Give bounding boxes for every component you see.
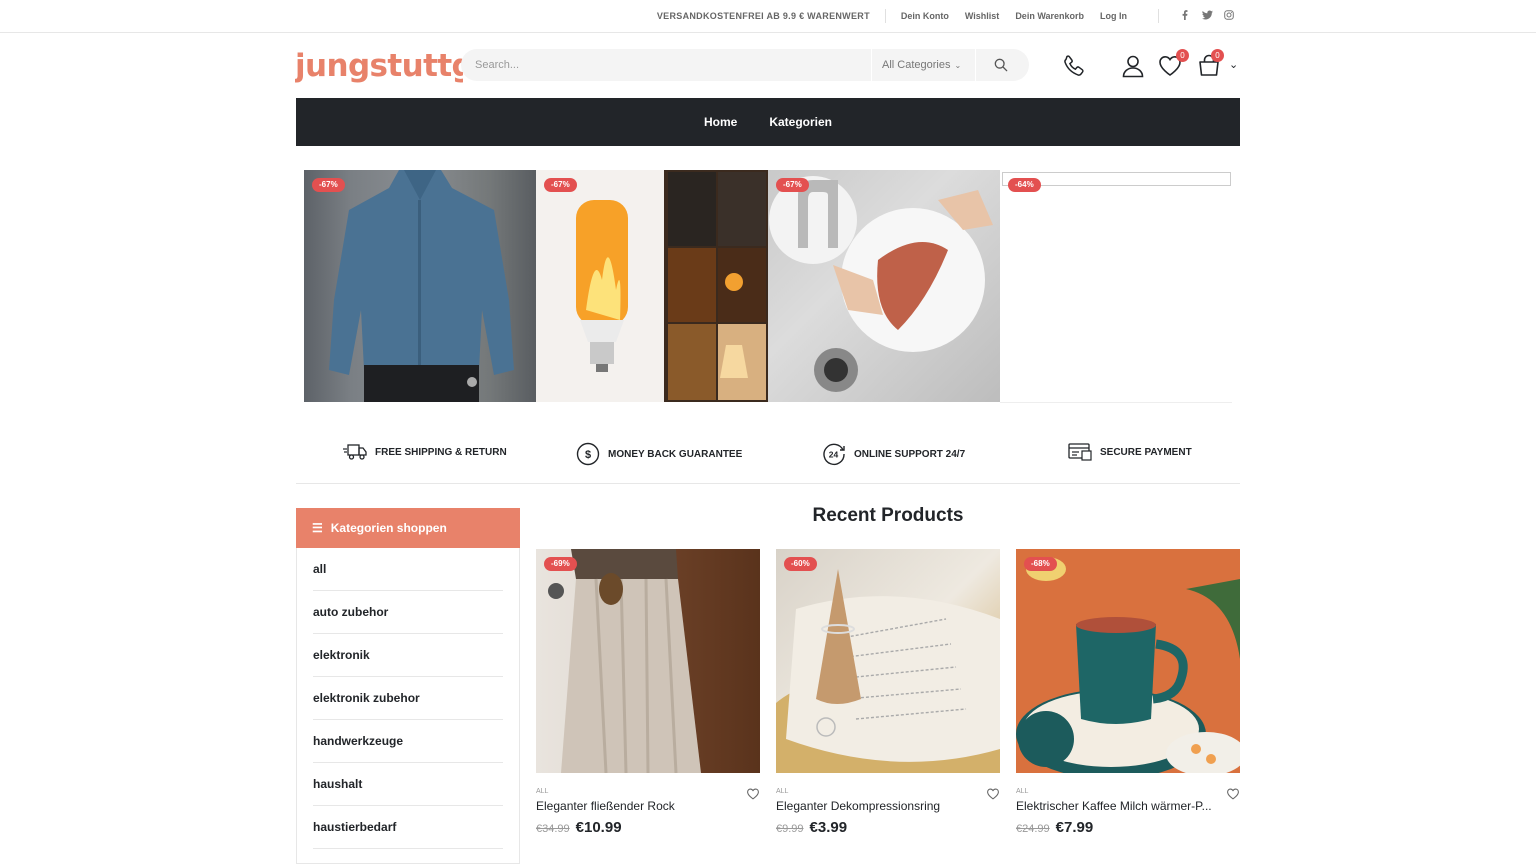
product-card[interactable]: -69% ALL Eleganter fließender Rock €34.9… xyxy=(536,549,760,836)
wishlist-link[interactable]: Wishlist xyxy=(965,11,999,21)
discount-badge: -69% xyxy=(544,557,577,571)
banner-tile-drain[interactable]: -67% xyxy=(768,170,1000,402)
product-name[interactable]: Eleganter fließender Rock xyxy=(536,799,736,813)
menu-icon: ☰ xyxy=(312,521,323,535)
discount-badge: -64% xyxy=(1008,178,1041,192)
sidebar-item-haustierbedarf[interactable]: haustierbedarf xyxy=(313,806,503,849)
discount-badge: -60% xyxy=(784,557,817,571)
support-24-icon: 24 xyxy=(823,443,845,466)
feature-money-back: $ MONEY BACK GUARANTEE xyxy=(576,442,742,466)
price: €7.99 xyxy=(1055,819,1094,836)
user-icon[interactable] xyxy=(1120,53,1148,81)
sidebar-item-haushalt[interactable]: haushalt xyxy=(313,763,503,806)
twitter-icon[interactable] xyxy=(1196,10,1218,23)
promo-banner: -67% -67% -67% -64% xyxy=(304,170,1232,402)
sidebar-item-auto-zubehor[interactable]: auto zubehor xyxy=(313,591,503,634)
search-input[interactable] xyxy=(461,49,871,81)
wishlist-button[interactable]: 0 xyxy=(1157,49,1189,81)
chevron-down-icon: ⌄ xyxy=(1229,59,1239,71)
old-price: €9.99 xyxy=(776,823,804,835)
search-button[interactable] xyxy=(975,49,1025,81)
banner-tile-missing[interactable]: -64% xyxy=(1000,170,1232,402)
divider xyxy=(884,9,886,23)
svg-text:24: 24 xyxy=(829,450,839,460)
category-select[interactable]: All Categories ⌄ xyxy=(871,49,975,81)
top-bar: VERSANDKOSTENFREI AB 9.9 € WARENWERT Dei… xyxy=(0,0,1536,33)
discount-badge: -67% xyxy=(544,178,577,192)
category-select-label: All Categories xyxy=(882,59,951,71)
feature-online-support: 24 ONLINE SUPPORT 24/7 xyxy=(822,442,965,466)
feature-label: FREE SHIPPING & RETURN xyxy=(375,446,507,458)
site-logo[interactable]: jungstuttgart xyxy=(295,46,463,86)
sidebar-item-handwerkzeuge[interactable]: handwerkzeuge xyxy=(313,720,503,763)
heart-icon[interactable] xyxy=(986,787,1000,801)
nav-item-kategorien[interactable]: Kategorien xyxy=(769,115,832,129)
section-title: Recent Products xyxy=(812,505,964,526)
features-bar: FREE SHIPPING & RETURN $ MONEY BACK GUAR… xyxy=(296,432,1240,484)
svg-text:$: $ xyxy=(585,449,591,461)
product-image[interactable]: -68% xyxy=(1016,549,1240,773)
banner-tile-shirt[interactable]: -67% xyxy=(304,170,536,402)
product-card[interactable]: -60% ALL Eleganter Dekompressionsring €9… xyxy=(776,549,1000,836)
cart-button[interactable]: 0 ⌄ xyxy=(1196,49,1242,81)
old-price: €24.99 xyxy=(1016,823,1050,835)
flame-bulb-image xyxy=(536,170,768,402)
phone-icon[interactable] xyxy=(1061,53,1089,81)
cart-link[interactable]: Dein Warenkorb xyxy=(1015,11,1084,21)
nav-item-home[interactable]: Home xyxy=(704,115,737,129)
product-name[interactable]: Eleganter Dekompressionsring xyxy=(776,799,976,813)
product-category[interactable]: ALL xyxy=(1016,788,1240,795)
sidebar-item-all[interactable]: all xyxy=(313,548,503,591)
sidebar-item-elektronik[interactable]: elektronik xyxy=(313,634,503,677)
shirt-image xyxy=(304,170,536,402)
price: €10.99 xyxy=(575,819,622,836)
instagram-icon[interactable] xyxy=(1218,9,1240,23)
feature-label: SECURE PAYMENT xyxy=(1100,446,1192,458)
account-link[interactable]: Dein Konto xyxy=(901,11,949,21)
sink-drain-image xyxy=(768,170,1000,402)
category-sidebar: ☰ Kategorien shoppen all auto zubehor el… xyxy=(296,508,520,864)
discount-badge: -68% xyxy=(1024,557,1057,571)
product-name[interactable]: Elektrischer Kaffee Milch wärmer-P... xyxy=(1016,799,1216,813)
heart-icon[interactable] xyxy=(1226,787,1240,801)
heart-icon[interactable] xyxy=(746,787,760,801)
payment-icon xyxy=(1068,443,1092,461)
chevron-down-icon: ⌄ xyxy=(954,60,962,70)
search-icon xyxy=(994,58,1007,72)
truck-icon xyxy=(343,444,367,460)
facebook-icon[interactable] xyxy=(1174,9,1196,23)
feature-secure-payment: SECURE PAYMENT xyxy=(1068,442,1192,462)
divider xyxy=(1000,402,1232,403)
product-category[interactable]: ALL xyxy=(536,788,760,795)
sidebar-title: Kategorien shoppen xyxy=(330,521,447,535)
sidebar-item-elektronik-zubehor[interactable]: elektronik zubehor xyxy=(313,677,503,720)
discount-badge: -67% xyxy=(776,178,809,192)
main-nav: Home Kategorien xyxy=(296,98,1240,146)
banner-tile-bulb[interactable]: -67% xyxy=(536,170,768,402)
product-category[interactable]: ALL xyxy=(776,788,1000,795)
divider xyxy=(1158,9,1159,23)
product-card[interactable]: -68% ALL Elektrischer Kaffee Milch wärme… xyxy=(1016,549,1240,836)
wishlist-count-badge: 0 xyxy=(1176,49,1189,62)
dollar-icon: $ xyxy=(576,442,600,466)
sidebar-header[interactable]: ☰ Kategorien shoppen xyxy=(296,508,520,548)
shipping-note: VERSANDKOSTENFREI AB 9.9 € WARENWERT xyxy=(656,11,870,21)
feature-free-shipping: FREE SHIPPING & RETURN xyxy=(343,442,507,462)
price: €3.99 xyxy=(809,819,848,836)
product-image[interactable]: -69% xyxy=(536,549,760,773)
discount-badge: -67% xyxy=(312,178,345,192)
feature-label: ONLINE SUPPORT 24/7 xyxy=(854,448,966,460)
login-link[interactable]: Log In xyxy=(1100,11,1127,21)
search-bar: All Categories ⌄ xyxy=(461,49,1029,81)
old-price: €34.99 xyxy=(536,823,570,835)
feature-label: MONEY BACK GUARANTEE xyxy=(608,448,743,460)
cart-count-badge: 0 xyxy=(1211,49,1224,62)
product-image[interactable]: -60% xyxy=(776,549,1000,773)
